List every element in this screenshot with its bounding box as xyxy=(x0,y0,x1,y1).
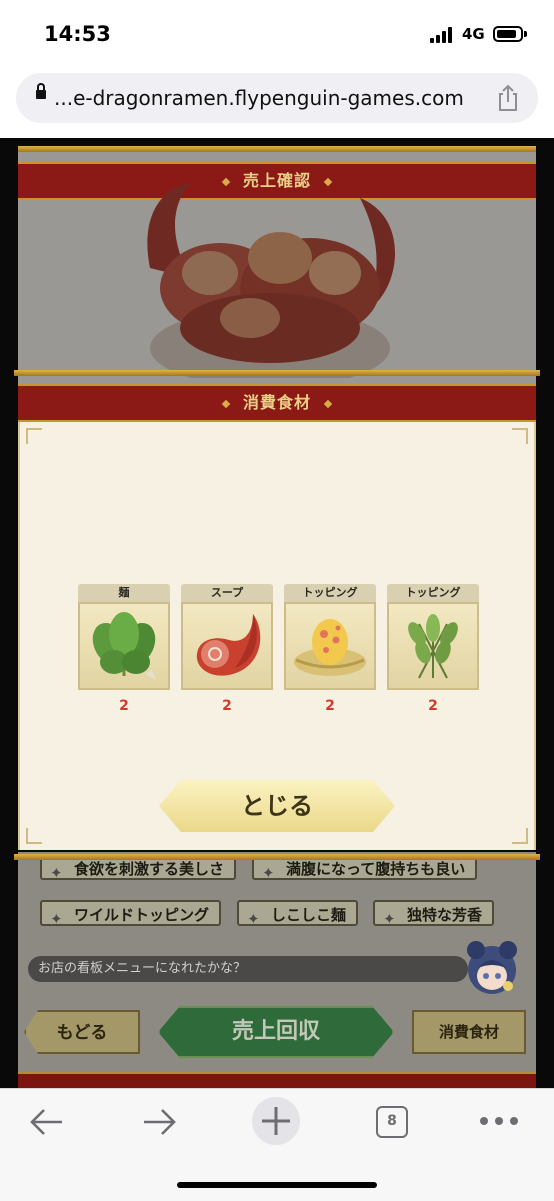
sparkle-icon: ✦ xyxy=(262,864,275,882)
back-arrow-icon[interactable] xyxy=(28,1107,64,1137)
ingredient-image xyxy=(284,602,376,690)
tabs-icon[interactable]: 8 xyxy=(376,1106,408,1138)
herb-bundle-icon xyxy=(408,614,458,679)
lock-icon xyxy=(36,83,46,99)
corner-ornament xyxy=(512,428,528,444)
collect-sales-button[interactable]: 売上回収 xyxy=(158,1006,394,1058)
game-canvas: 売上確認 ✦ 食欲を刺激する美しさ ✦ 満腹になって腹持ちも良い ✦ ワイルドトッピン… xyxy=(0,138,554,1088)
ingredient-count: 2 xyxy=(325,698,335,714)
diamond-ornament-icon xyxy=(221,399,231,408)
ingredient-image xyxy=(387,602,479,690)
home-indicator xyxy=(177,1182,377,1188)
corner-ornament xyxy=(26,828,42,844)
spotted-egg-nest-icon xyxy=(294,619,366,676)
network-type: 4G xyxy=(462,25,485,43)
battery-tip xyxy=(524,31,527,37)
status-bar: 14:53 4G xyxy=(0,0,554,70)
clock: 14:53 xyxy=(44,22,111,46)
back-button[interactable]: もどる xyxy=(24,1010,140,1054)
url-bar[interactable]: ...e-dragonramen.flypenguin-games.com xyxy=(16,73,538,123)
ingredient-slot: 麺 2 xyxy=(78,584,170,714)
sparkle-icon: ✦ xyxy=(50,910,63,928)
gold-trim xyxy=(14,370,540,376)
ingredient-image xyxy=(181,602,273,690)
message-bubble: お店の看板メニューになれたかな？ xyxy=(28,956,468,982)
new-tab-button[interactable] xyxy=(252,1097,300,1145)
forward-arrow-icon[interactable] xyxy=(142,1107,178,1137)
ingredients-modal: 消費食材 麺 2 スープ 2 トッピング 2 トッピング 2 とじる xyxy=(14,370,540,860)
meat-icon xyxy=(196,614,261,676)
character-avatar xyxy=(467,941,517,994)
ingredient-category: 麺 xyxy=(78,584,170,602)
share-icon[interactable] xyxy=(494,83,522,113)
ingredient-category: トッピング xyxy=(387,584,479,602)
consumed-ingredients-button[interactable]: 消費食材 xyxy=(412,1010,526,1054)
battery-icon xyxy=(493,26,523,42)
trait-badge: ✦ しこしこ麺 xyxy=(237,900,359,928)
gold-trim xyxy=(18,146,536,152)
trait-badge: ✦ 独特な芳香 xyxy=(373,900,495,928)
ingredient-count: 2 xyxy=(222,698,232,714)
sparkle-icon: ✦ xyxy=(50,864,63,882)
sparkle-icon: ✦ xyxy=(247,910,260,928)
sparkle-icon: ✦ xyxy=(383,910,396,928)
ingredient-image xyxy=(78,602,170,690)
ingredient-slot: トッピング 2 xyxy=(284,584,376,714)
modal-banner: 消費食材 xyxy=(18,384,536,422)
url-text[interactable]: ...e-dragonramen.flypenguin-games.com xyxy=(54,86,464,110)
leafy-greens-icon xyxy=(92,612,156,680)
new-tab-plus-icon xyxy=(262,1107,290,1135)
signal-icon xyxy=(430,27,456,43)
trait-badge: ✦ ワイルドトッピング xyxy=(40,900,222,928)
ingredient-category: スープ xyxy=(181,584,273,602)
ingredient-count: 2 xyxy=(428,698,438,714)
ingredient-slot: スープ 2 xyxy=(181,584,273,714)
ingredient-count: 2 xyxy=(119,698,129,714)
bottom-trim xyxy=(18,1072,536,1088)
corner-ornament xyxy=(26,428,42,444)
corner-ornament xyxy=(512,828,528,844)
dragon-ramen-image xyxy=(147,183,395,378)
diamond-ornament-icon xyxy=(323,399,333,408)
close-button[interactable]: とじる xyxy=(159,780,395,832)
gold-trim xyxy=(14,854,540,860)
ingredient-category: トッピング xyxy=(284,584,376,602)
close-button-label: とじる xyxy=(241,792,313,820)
modal-title: 消費食材 xyxy=(242,393,311,412)
ingredient-slot: トッピング 2 xyxy=(387,584,479,714)
more-icon[interactable] xyxy=(478,1111,520,1131)
